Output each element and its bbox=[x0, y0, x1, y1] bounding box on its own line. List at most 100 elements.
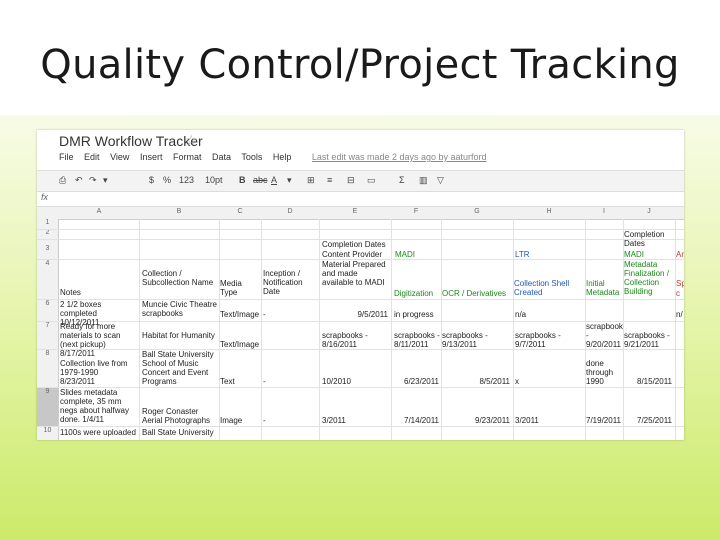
cell-ocr[interactable]: scrapbooks - 9/13/2011 bbox=[442, 331, 512, 349]
cell-final[interactable]: 8/15/2011 bbox=[624, 377, 672, 386]
menu-tools[interactable]: Tools bbox=[241, 152, 262, 162]
paint-format-icon[interactable]: ▾ bbox=[103, 175, 108, 186]
redo-icon[interactable]: ↷ bbox=[89, 175, 97, 186]
chart-icon[interactable]: ▥ bbox=[419, 175, 428, 186]
menu-help[interactable]: Help bbox=[273, 152, 292, 162]
menu-insert[interactable]: Insert bbox=[140, 152, 163, 162]
col-header-e[interactable]: E bbox=[319, 208, 391, 215]
cell-media[interactable]: Image bbox=[220, 416, 242, 425]
row-header[interactable]: 9 bbox=[37, 387, 59, 426]
header-edge-c[interactable]: c bbox=[676, 289, 680, 298]
cell-final[interactable]: 7/25/2011 bbox=[624, 416, 672, 425]
cell-collection[interactable]: Ball State University School of Music Co… bbox=[142, 350, 218, 386]
doc-title[interactable]: DMR Workflow Tracker bbox=[59, 133, 203, 149]
header-madi-j[interactable]: MADI bbox=[624, 250, 644, 259]
cell-notes[interactable]: Slides metadata complete, 35 mm negs abo… bbox=[60, 388, 138, 424]
cell-initial[interactable]: 7/19/2011 bbox=[586, 416, 621, 425]
cell-media[interactable]: Text/Image bbox=[220, 310, 259, 319]
cell-initial[interactable]: done through 1990 bbox=[586, 359, 622, 386]
col-header-d[interactable]: D bbox=[261, 208, 319, 215]
cell-ocr[interactable]: 9/23/2011 bbox=[442, 416, 510, 425]
header-digitization[interactable]: Digitization bbox=[394, 289, 433, 298]
row-header[interactable]: 1 bbox=[37, 219, 59, 229]
print-icon[interactable]: ⎙ bbox=[59, 175, 66, 186]
filter-icon[interactable]: ▽ bbox=[437, 175, 444, 186]
cell-digitization[interactable]: 7/14/2011 bbox=[394, 416, 439, 425]
col-header-i[interactable]: I bbox=[585, 208, 623, 215]
menu-edit[interactable]: Edit bbox=[84, 152, 100, 162]
header-inception[interactable]: Inception / Notification Date bbox=[263, 269, 318, 296]
cell-collection[interactable]: Habitat for Humanity bbox=[142, 331, 218, 340]
cell-material[interactable]: scrapbooks - 8/16/2011 bbox=[322, 331, 388, 349]
cell-initial[interactable]: scrapbook - 9/20/2011 bbox=[586, 322, 623, 349]
cell-collection[interactable]: Roger Conaster Aerial Photographs bbox=[142, 407, 218, 425]
row-header[interactable]: 3 bbox=[37, 239, 59, 259]
fill-color-icon[interactable]: ▾ bbox=[287, 175, 292, 186]
header-material[interactable]: Material Prepared and made available to … bbox=[322, 260, 390, 287]
cell-notes[interactable]: Ready for more materials to scan (next p… bbox=[60, 322, 138, 358]
sum-button[interactable]: Σ bbox=[399, 175, 405, 185]
col-header-h[interactable]: H bbox=[513, 208, 585, 215]
row-header[interactable]: 8 bbox=[37, 349, 59, 387]
cell-digitization[interactable]: scrapbooks - 8/11/2011 bbox=[394, 331, 442, 349]
col-header-c[interactable]: C bbox=[219, 208, 261, 215]
align-icon[interactable]: ≡ bbox=[327, 175, 332, 185]
undo-icon[interactable]: ↶ bbox=[75, 175, 83, 186]
cell-notes[interactable]: 1100s were uploaded bbox=[60, 428, 136, 437]
row-header[interactable]: 7 bbox=[37, 321, 59, 349]
cell-shell[interactable]: x bbox=[515, 377, 519, 386]
header-initial-metadata[interactable]: Initial Metadata bbox=[586, 279, 622, 297]
cell-edge[interactable]: n/ bbox=[676, 310, 683, 319]
header-edge-sp[interactable]: Sp bbox=[676, 279, 684, 288]
cell-shell[interactable]: n/a bbox=[515, 310, 526, 319]
cell-collection[interactable]: Ball State University bbox=[142, 428, 214, 437]
cell-final[interactable]: scrapbooks - 9/21/2011 bbox=[624, 331, 674, 349]
col-header-j[interactable]: J bbox=[623, 208, 675, 215]
col-header-g[interactable]: G bbox=[441, 208, 513, 215]
cell-inception[interactable]: - bbox=[263, 310, 266, 319]
borders-icon[interactable]: ⊞ bbox=[307, 175, 315, 186]
header-content-provider[interactable]: Content Provider bbox=[322, 250, 382, 259]
col-header-b[interactable]: B bbox=[139, 208, 219, 215]
menu-format[interactable]: Format bbox=[173, 152, 202, 162]
header-collection-shell[interactable]: Collection Shell Created bbox=[514, 279, 584, 297]
text-color-button[interactable]: A bbox=[271, 175, 277, 185]
header-edge-an[interactable]: An bbox=[676, 250, 684, 259]
currency-button[interactable]: $ bbox=[149, 175, 154, 185]
header-notes[interactable]: Notes bbox=[60, 288, 81, 297]
menu-file[interactable]: File bbox=[59, 152, 74, 162]
header-media-type[interactable]: Media Type bbox=[220, 279, 260, 297]
row-header[interactable]: 6 bbox=[37, 299, 59, 321]
menu-data[interactable]: Data bbox=[212, 152, 231, 162]
strikethrough-button[interactable]: abc bbox=[253, 175, 268, 185]
star-icon[interactable]: ☆ bbox=[185, 132, 198, 149]
cell-shell[interactable]: 3/2011 bbox=[515, 416, 539, 425]
cell-media[interactable]: Text bbox=[220, 377, 235, 386]
cell-digitization[interactable]: in progress bbox=[394, 310, 434, 319]
header-metadata-finalization[interactable]: Metadata Finalization / Collection Build… bbox=[624, 260, 674, 296]
number-format-button[interactable]: 123 bbox=[179, 175, 194, 185]
cell-ocr[interactable]: 8/5/2011 bbox=[442, 377, 510, 386]
header-completion-dates[interactable]: Completion Dates bbox=[322, 240, 386, 249]
cell-shell[interactable]: scrapbooks - 9/7/2011 bbox=[515, 331, 583, 349]
header-ocr[interactable]: OCR / Derivatives bbox=[442, 289, 506, 298]
col-header-f[interactable]: F bbox=[391, 208, 441, 215]
last-edit-link[interactable]: Last edit was made 2 days ago by aaturfo… bbox=[312, 152, 487, 162]
cell-material[interactable]: 10/2010 bbox=[322, 377, 351, 386]
header-madi[interactable]: MADI bbox=[395, 250, 415, 259]
cell-inception[interactable]: - bbox=[263, 416, 266, 425]
cell-material[interactable]: 9/5/2011 bbox=[322, 310, 388, 319]
header-completion-dates-j[interactable]: Completion Dates bbox=[624, 230, 672, 248]
row-header[interactable]: 2 bbox=[37, 229, 59, 239]
row-header[interactable]: 4 bbox=[37, 259, 59, 299]
cell-collection[interactable]: Muncie Civic Theatre scrapbooks bbox=[142, 300, 218, 318]
percent-button[interactable]: % bbox=[163, 175, 171, 185]
cell-media[interactable]: Text/Image bbox=[220, 340, 259, 349]
cell-inception[interactable]: - bbox=[263, 377, 266, 386]
header-collection[interactable]: Collection / Subcollection Name bbox=[142, 269, 218, 287]
formula-bar[interactable]: fx bbox=[37, 191, 684, 207]
header-ltr[interactable]: LTR bbox=[515, 250, 530, 259]
wrap-icon[interactable]: ▭ bbox=[367, 175, 376, 186]
col-header-a[interactable]: A bbox=[59, 208, 139, 215]
row-header[interactable]: 10 bbox=[37, 426, 59, 440]
